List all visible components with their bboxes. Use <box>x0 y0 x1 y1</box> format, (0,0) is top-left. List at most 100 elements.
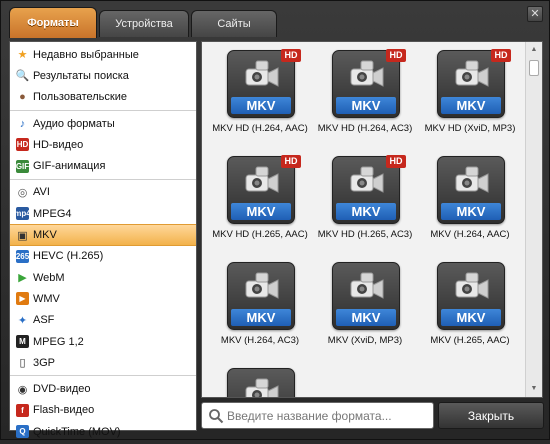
video-camera-icon <box>245 60 279 87</box>
format-caption: MKV (XviD, MP3) <box>327 335 403 346</box>
format-caption: MKV (H.264, AC3) <box>220 335 300 346</box>
tab-devices[interactable]: Устройства <box>99 10 189 37</box>
sidebar-group: ◉ DVD-видео f Flash-видео Q QuickTime (MOV) <box>10 376 196 444</box>
search-input[interactable] <box>227 408 427 423</box>
avi-icon: ◎ <box>17 186 28 199</box>
format-grid: ▲ ▼ MKV HD MKV HD (H.264, AAC) MKV HD MKV HD … <box>201 41 543 398</box>
format-caption: MKV HD (H.264, AC3) <box>317 123 413 134</box>
phone-icon: ▯ <box>19 357 26 370</box>
gif-icon: GIF <box>15 159 30 173</box>
format-tile[interactable]: MKV HD MKV HD (H.264, AC3) <box>313 44 417 148</box>
sidebar-item-label: 3GP <box>33 356 56 369</box>
hd-badge: HD <box>386 49 406 62</box>
mkv-badge: MKV <box>441 309 501 326</box>
search-box[interactable] <box>201 402 434 429</box>
sidebar-item-avi[interactable]: ◎ AVI <box>10 182 196 203</box>
format-tile[interactable]: MKV HD MKV HD (H.265, AC3) <box>313 150 417 254</box>
webm-icon: ▶ <box>18 272 27 285</box>
sidebar-item-label: WMV <box>33 292 60 305</box>
scroll-thumb[interactable] <box>529 60 539 76</box>
mkv-format-icon: MKV HD <box>227 49 301 118</box>
sidebar-item-mpeg4[interactable]: mp4 MPEG4 <box>10 203 196 224</box>
user-icon: ● <box>19 91 26 104</box>
mkv-badge: MKV <box>336 97 396 114</box>
sidebar-item-аудио-форматы[interactable]: ♪ Аудио форматы <box>10 113 196 134</box>
sidebar-item-asf[interactable]: ✦ ASF <box>10 310 196 331</box>
hd-badge: HD <box>386 155 406 168</box>
video-camera-icon <box>245 378 279 397</box>
hd-badge: HD <box>281 49 301 62</box>
flash-icon: f <box>16 403 29 417</box>
sidebar-item-недавно-выбранные[interactable]: ★ Недавно выбранные <box>10 44 196 65</box>
mkv-badge: MKV <box>336 309 396 326</box>
scroll-up-icon[interactable]: ▲ <box>528 44 540 56</box>
sidebar-item-quicktime-mov-[interactable]: Q QuickTime (MOV) <box>10 421 196 442</box>
sidebar-item-label: Flash-видео <box>33 404 95 417</box>
close-button[interactable]: Закрыть <box>438 402 544 429</box>
hd-icon: HD <box>16 138 29 152</box>
sidebar-item-label: QuickTime (MOV) <box>33 425 121 438</box>
sidebar-item-пользовательские[interactable]: ● Пользовательские <box>10 87 196 108</box>
sidebar-group: ★ Недавно выбранные 🔍 Результаты поиска ● Пол… <box>10 42 196 111</box>
tab-sites[interactable]: Сайты <box>191 10 277 37</box>
sidebar-item-label: Недавно выбранные <box>33 48 139 61</box>
sidebar-item-результаты-поиска[interactable]: 🔍 Результаты поиска <box>10 65 196 86</box>
window-close-icon[interactable]: ✕ <box>527 6 543 22</box>
format-tile[interactable] <box>208 362 312 397</box>
sidebar-item-gif-анимация[interactable]: GIF GIF-анимация <box>10 155 196 176</box>
format-tile[interactable]: MKV MKV (H.264, AC3) <box>208 256 312 360</box>
sidebar-group: ◎ AVI mp4 MPEG4 ▣ MKV 265 HEVC (H.265) ▶ WebM ▶ WMV… <box>10 180 196 377</box>
format-tile[interactable]: MKV MKV (H.265, AAC) <box>418 256 522 360</box>
scroll-down-icon[interactable]: ▼ <box>528 383 540 395</box>
music-note-icon: ♪ <box>19 117 26 130</box>
hevc-icon: 265 <box>15 249 30 263</box>
tab-formats[interactable]: Форматы <box>9 7 97 38</box>
sidebar-item-wmv[interactable]: ▶ WMV <box>10 288 196 309</box>
tab-bar: Форматы Устройства Сайты <box>7 6 527 38</box>
mkv-format-icon: MKV HD <box>437 49 511 118</box>
wmv-icon: ▶ <box>16 292 29 306</box>
asf-icon: ✦ <box>17 314 28 327</box>
sidebar-item-label: Аудио форматы <box>33 117 115 130</box>
video-camera-icon <box>245 272 279 299</box>
star-icon: ★ <box>17 49 28 62</box>
mkv-format-icon: MKV <box>437 156 505 224</box>
mkv-format-icon: MKV HD <box>332 49 406 118</box>
sidebar-item-mkv[interactable]: ▣ MKV <box>10 224 196 246</box>
video-camera-icon <box>350 272 384 299</box>
mkv-badge: MKV <box>231 309 291 326</box>
format-tile[interactable]: MKV HD MKV HD (XviD, MP3) <box>418 44 522 148</box>
mkv-format-icon <box>227 368 295 397</box>
format-dialog: Форматы Устройства Сайты ✕ ★ Недавно выбр… <box>0 0 550 440</box>
dvd-icon: ◉ <box>17 383 28 396</box>
format-tile[interactable]: MKV HD MKV HD (H.264, AAC) <box>208 44 312 148</box>
sidebar-item-3gp[interactable]: ▯ 3GP <box>10 352 196 373</box>
sidebar-item-hd-видео[interactable]: HD HD-видео <box>10 134 196 155</box>
sidebar-item-label: ASF <box>33 314 55 327</box>
mkv-format-icon: MKV <box>437 262 505 330</box>
format-caption: MKV (H.264, AAC) <box>430 229 510 240</box>
sidebar-item-label: GIF-анимация <box>33 160 106 173</box>
video-camera-icon <box>455 166 489 193</box>
format-tile[interactable]: MKV MKV (H.264, AAC) <box>418 150 522 254</box>
format-caption: MKV HD (H.264, AAC) <box>212 123 308 134</box>
format-tile[interactable]: MKV HD MKV HD (H.265, AAC) <box>208 150 312 254</box>
search-icon <box>205 405 227 427</box>
sidebar-item-dvd-видео[interactable]: ◉ DVD-видео <box>10 378 196 399</box>
sidebar-item-webm[interactable]: ▶ WebM <box>10 267 196 288</box>
sidebar-item-mpeg-1-2[interactable]: M MPEG 1,2 <box>10 331 196 352</box>
sidebar-item-flash-видео[interactable]: f Flash-видео <box>10 400 196 421</box>
mkv-format-icon: MKV <box>332 262 400 330</box>
format-tile[interactable]: MKV MKV (XviD, MP3) <box>313 256 417 360</box>
video-camera-icon <box>245 166 279 193</box>
sidebar-item-label: Пользовательские <box>33 91 127 104</box>
format-category-list: ★ Недавно выбранные 🔍 Результаты поиска ● Пол… <box>9 41 197 439</box>
sidebar-item-hevc-h-265-[interactable]: 265 HEVC (H.265) <box>10 246 196 267</box>
sidebar-item-label: HD-видео <box>33 138 84 151</box>
video-camera-icon <box>455 60 489 87</box>
sidebar-item-label: MKV <box>33 229 57 242</box>
mkv-format-icon: MKV HD <box>227 155 301 224</box>
sidebar-group: ♪ Аудио форматы HD HD-видео GIF GIF-анимация <box>10 111 196 180</box>
mkv-format-icon: MKV HD <box>332 155 406 224</box>
hd-badge: HD <box>491 49 511 62</box>
